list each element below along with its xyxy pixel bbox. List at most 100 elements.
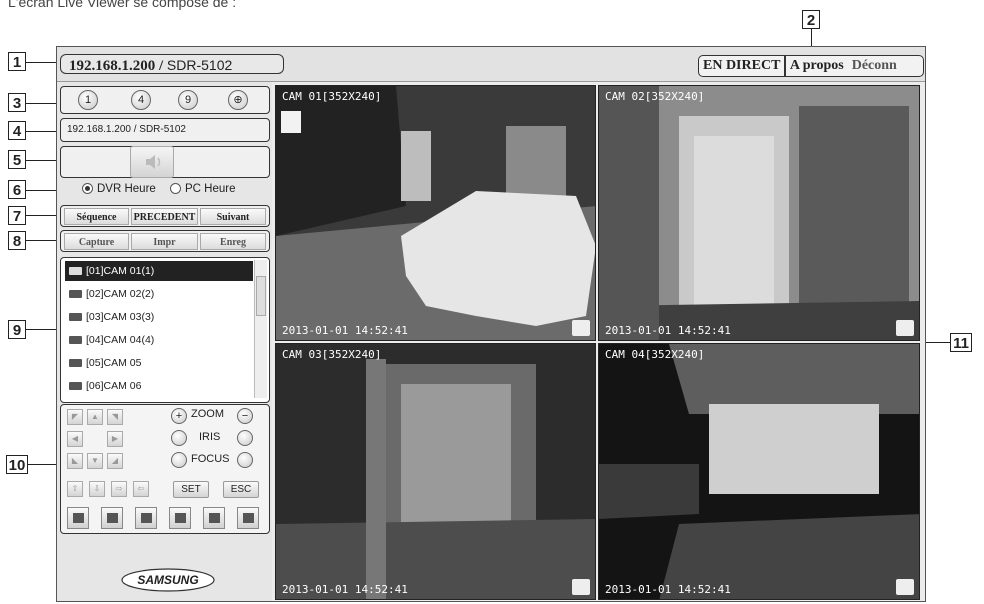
focus-label: FOCUS [191,453,230,465]
ptz-badge-icon[interactable] [572,579,590,595]
ptz-badge-icon[interactable] [572,320,590,336]
ptz-badge-icon[interactable] [896,579,914,595]
preset-up-button[interactable]: ⇧ [67,481,83,497]
group-icon [175,513,186,523]
ptz-set-button[interactable]: SET [173,481,209,498]
fullscreen-button[interactable]: ⊕ [228,90,248,110]
preset-right-button[interactable]: ⇨ [111,481,127,497]
iris-open-button[interactable] [171,430,187,446]
iris-close-button[interactable] [237,430,253,446]
callout-8-leader [26,240,60,242]
focus-far-button[interactable] [237,452,253,468]
callout-8: 8 [8,231,26,250]
ptz-esc-button[interactable]: ESC [223,481,259,498]
zoom-out-button[interactable]: − [237,408,253,424]
camera-icon [69,290,82,299]
ptz-up-button[interactable]: ▲ [87,409,103,425]
split-1-button[interactable]: 1 [78,90,98,110]
ptz-group-button[interactable] [169,507,191,529]
video-frame-cam03 [276,344,595,599]
video-label: CAM 01[352X240] [282,90,382,103]
logo-text: SAMSUNG [137,573,198,587]
eye-icon [141,513,152,523]
callout-6: 6 [8,180,26,199]
nav-about-button[interactable]: A propos [786,58,848,74]
capture-button[interactable]: Capture [64,233,129,250]
camera-name: [04]CAM 04(4) [86,334,155,346]
action-group: Capture Impr Enreg [60,230,270,252]
split-4-button[interactable]: 4 [131,90,151,110]
ptz-tour-button[interactable] [203,507,225,529]
tour-icon [209,513,220,523]
sequence-button[interactable]: Séquence [64,208,129,225]
callout-7-leader [26,215,60,217]
video-frame-cam02 [599,86,919,340]
dvr-time-radio[interactable]: DVR Heure [82,183,156,195]
ptz-down-left-button[interactable]: ◣ [67,453,83,469]
camera-list-item[interactable]: [03]CAM 03(3) [65,307,253,327]
ptz-right-button[interactable]: ▶ [107,431,123,447]
intro-text: L'écran Live Viewer se compose de : [8,0,237,10]
previous-button[interactable]: PRECEDENT [131,208,198,225]
ptz-menu-button[interactable] [67,507,89,529]
preset-left-button[interactable]: ⇦ [133,481,149,497]
next-button[interactable]: Suivant [200,208,266,225]
video-tile-cam04[interactable]: CAM 04[352X240] 2013-01-01 14:52:41 [598,343,920,600]
video-frame-cam01 [276,86,595,340]
camera-icon [69,267,82,276]
callout-5-leader [26,160,60,162]
video-tile-cam02[interactable]: CAM 02[352X240] 2013-01-01 14:52:41 [598,85,920,341]
preset-down-button[interactable]: ⇩ [89,481,105,497]
video-tile-cam01[interactable]: CAM 01[352X240] 2013-01-01 14:52:41 [275,85,596,341]
ptz-trace-button[interactable] [237,507,259,529]
callout-4: 4 [8,121,26,140]
speaker-button[interactable] [130,146,174,178]
nav-logout-button[interactable]: Déconn [848,58,901,74]
camera-list-item[interactable]: [02]CAM 02(2) [65,284,253,304]
camera-list-item[interactable]: [01]CAM 01(1) [65,261,253,281]
callout-1: 1 [8,52,26,71]
video-timestamp: 2013-01-01 14:52:41 [605,324,731,337]
ptz-down-button[interactable]: ▼ [87,453,103,469]
zoom-in-button[interactable]: + [171,408,187,424]
trace-icon [243,513,254,523]
host-sep: / [155,58,167,74]
split-9-button[interactable]: 9 [178,90,198,110]
ptz-preset-button[interactable] [101,507,123,529]
preset-icon [107,513,118,523]
video-label: CAM 02[352X240] [605,90,705,103]
nav-live-button[interactable]: EN DIRECT [699,58,784,74]
camera-list-item[interactable]: [04]CAM 04(4) [65,330,253,350]
callout-1-leader [26,62,60,64]
zoom-label: ZOOM [191,408,224,420]
camera-list-item[interactable]: [06]CAM 06 [65,376,253,396]
camera-icon [69,313,82,322]
ptz-panel: ◤ ▲ ◥ ◀ ▶ ◣ ▼ ◢ + ZOOM − IRIS FOCUS ⇧ ⇩ … [60,404,270,534]
host-ip: 192.168.1.200 [69,58,156,74]
focus-near-button[interactable] [171,452,187,468]
video-tile-cam03[interactable]: CAM 03[352X240] 2013-01-01 14:52:41 [275,343,596,600]
iris-label: IRIS [199,431,221,443]
pc-time-radio[interactable]: PC Heure [170,183,236,195]
radio-dot [170,183,181,195]
camera-name: [03]CAM 03(3) [86,311,155,323]
callout-7: 7 [8,206,26,225]
ptz-up-right-button[interactable]: ◥ [107,409,123,425]
video-label: CAM 04[352X240] [605,348,705,361]
camera-list-item[interactable]: [05]CAM 05 [65,353,253,373]
host-title: 192.168.1.200 / SDR-5102 [60,54,284,74]
record-button[interactable]: Enreg [200,233,266,250]
ptz-badge-icon[interactable] [896,320,914,336]
device-label: 192.168.1.200 / SDR-5102 [60,118,270,142]
print-button[interactable]: Impr [131,233,198,250]
callout-5: 5 [8,150,26,169]
ptz-up-left-button[interactable]: ◤ [67,409,83,425]
callout-4-leader [26,131,60,133]
camera-list-scrollbar[interactable] [254,260,267,398]
scrollbar-thumb[interactable] [256,276,266,316]
ptz-swing-button[interactable] [135,507,157,529]
ptz-left-button[interactable]: ◀ [67,431,83,447]
callout-11: 11 [950,333,972,352]
ptz-down-right-button[interactable]: ◢ [107,453,123,469]
video-frame-cam04 [599,344,919,599]
